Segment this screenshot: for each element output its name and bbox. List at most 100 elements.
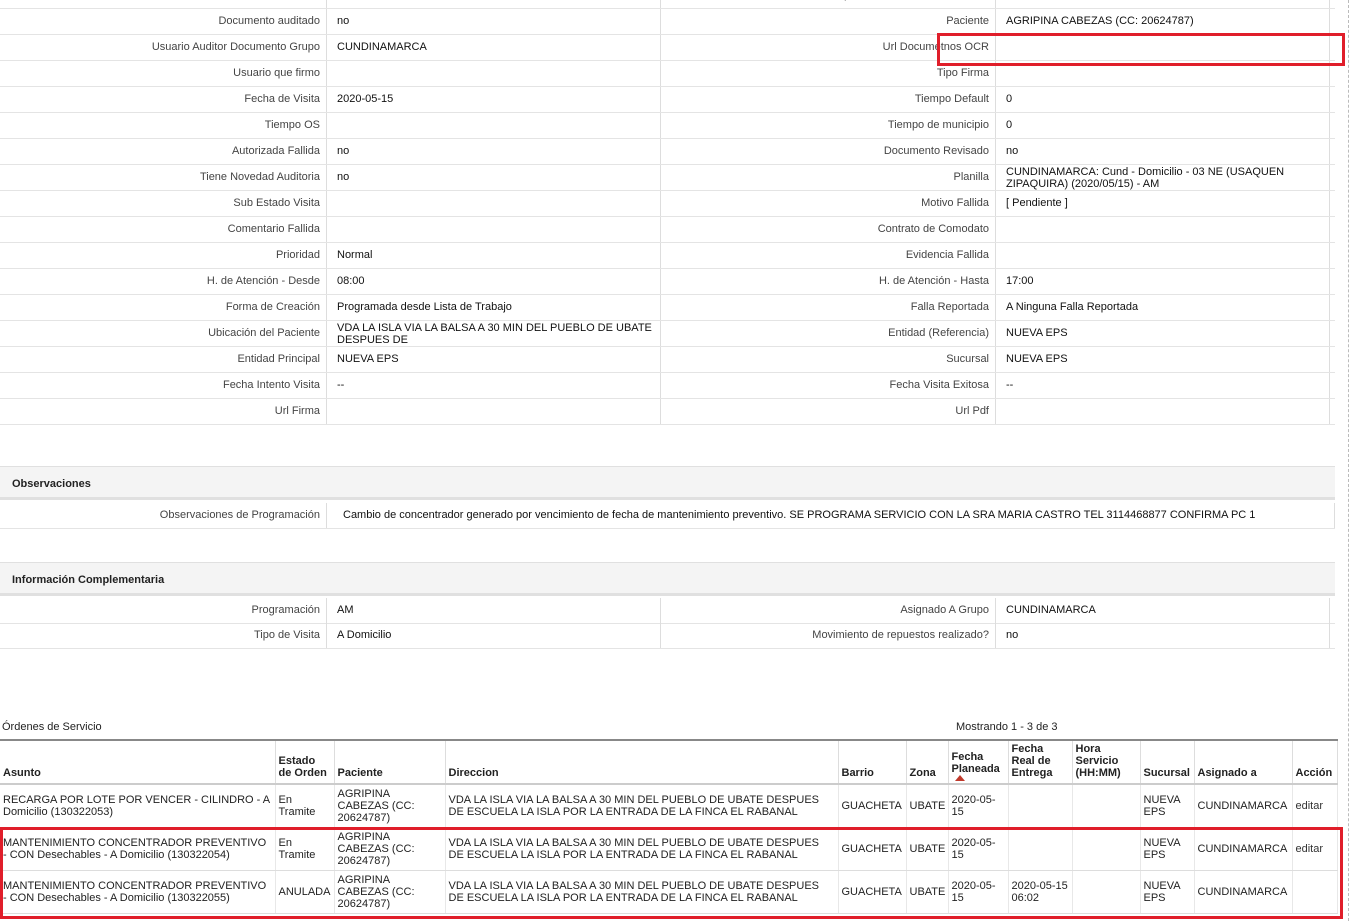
field-value: no	[327, 165, 661, 190]
edit-link[interactable]: editar	[1296, 800, 1324, 812]
cell-zona: UBATE	[906, 784, 949, 828]
field-value: Normal	[327, 243, 661, 268]
field-label: Tiene Novedad Auditoria	[0, 165, 327, 190]
cell-sucursal: NUEVA EPS	[1140, 784, 1195, 828]
field-value: 17:00	[996, 269, 1330, 294]
field-value: no	[327, 139, 661, 164]
col-header-fecha-planeada-label: Fecha Planeada	[951, 751, 1000, 775]
col-header-asignado[interactable]: Asignado a	[1194, 739, 1293, 785]
observaciones-label: Observaciones de Programación	[0, 503, 327, 528]
field-label: Entidad (Referencia)	[661, 321, 996, 346]
field-value	[327, 399, 661, 424]
field-label: Entidad Principal	[0, 347, 327, 372]
detail-row: Documento físico Requiere Auditoriar Docu…	[0, 0, 1335, 9]
field-label: Tipo de Visita	[0, 623, 327, 648]
field-value: VDA LA ISLA VIA LA BALSA A 30 MIN DEL PU…	[327, 321, 661, 346]
field-value	[996, 399, 1330, 424]
field-label: Autorizada Fallida	[0, 139, 327, 164]
field-label: Fecha de Visita	[0, 87, 327, 112]
col-header-fecha-planeada[interactable]: Fecha Planeada	[948, 739, 1009, 785]
detail-row: Fecha de Visita 2020-05-15 Tiempo Default 0	[0, 87, 1335, 113]
cell-hora-servicio	[1072, 784, 1141, 828]
col-header-direccion[interactable]: Direccion	[445, 739, 839, 785]
observaciones-value: Cambio de concentrador generado por venc…	[327, 503, 1335, 528]
col-header-paciente[interactable]: Paciente	[334, 739, 446, 785]
field-label: Usuario Auditor Documento Grupo	[0, 35, 327, 60]
field-label: Forma de Creación	[0, 295, 327, 320]
field-value: no	[996, 139, 1330, 164]
col-header-zona[interactable]: Zona	[906, 739, 949, 785]
detail-row: Entidad Principal NUEVA EPS Sucursal NUEVA …	[0, 347, 1335, 373]
cell-asunto: RECARGA POR LOTE POR VENCER - CILINDRO -…	[0, 784, 276, 828]
field-label: Falla Reportada	[661, 295, 996, 320]
field-value: A Domicilio	[327, 623, 661, 648]
page-edge-guide	[1348, 0, 1349, 921]
field-label: H. de Atención - Desde	[0, 269, 327, 294]
col-header-fecha-real[interactable]: Fecha Real de Entrega	[1008, 739, 1073, 785]
detail-row: Tiene Novedad Auditoria no Planilla CUNDINA…	[0, 165, 1335, 191]
detail-row: Ubicación del Paciente VDA LA ISLA VIA LA…	[0, 321, 1335, 347]
field-value: 0	[996, 113, 1330, 138]
detail-row: Tiempo OS Tiempo de municipio 0	[0, 113, 1335, 139]
field-label: Movimiento de repuestos realizado?	[661, 623, 996, 648]
field-value: CUNDINAMARCA	[996, 598, 1330, 623]
cell-asignado: CUNDINAMARCA	[1194, 784, 1293, 828]
cell-fecha-real	[1008, 784, 1073, 828]
field-label: Tiempo de municipio	[661, 113, 996, 138]
field-value: no	[996, 623, 1330, 648]
field-label: Comentario Fallida	[0, 217, 327, 242]
field-label: Fecha Visita Exitosa	[661, 373, 996, 398]
field-label: Tiempo Default	[661, 87, 996, 112]
col-header-accion: Acción	[1292, 739, 1338, 785]
field-value: CUNDINAMARCA: Cund - Domicilio - 03 NE (…	[996, 165, 1330, 190]
observaciones-header: Observaciones	[0, 466, 1335, 500]
field-label: Documento Revisado	[661, 139, 996, 164]
detail-row: Fecha Intento Visita -- Fecha Visita Exito…	[0, 373, 1335, 399]
cell-paciente: AGRIPINA CABEZAS (CC: 20624787)	[334, 784, 446, 828]
cell-direccion: VDA LA ISLA VIA LA BALSA A 30 MIN DEL PU…	[445, 784, 839, 828]
field-value: --	[996, 373, 1330, 398]
field-label: Asignado A Grupo	[661, 598, 996, 623]
field-value: NUEVA EPS	[996, 347, 1330, 372]
detail-row: Url Firma Url Pdf	[0, 399, 1335, 425]
field-label: Sub Estado Visita	[0, 191, 327, 216]
detail-row: Forma de Creación Programada desde Lista …	[0, 295, 1335, 321]
cell-accion: editar	[1292, 784, 1338, 828]
field-value: AM	[327, 598, 661, 623]
field-value: Programada desde Lista de Trabajo	[327, 295, 661, 320]
field-value: AGRIPINA CABEZAS (CC: 20624787)	[996, 9, 1330, 34]
field-value	[327, 191, 661, 216]
field-label: Url Firma	[0, 399, 327, 424]
detail-row: Sub Estado Visita Motivo Fallida[ Pendien…	[0, 191, 1335, 217]
col-header-barrio[interactable]: Barrio	[838, 739, 907, 785]
field-value: CUNDINAMARCA	[327, 35, 661, 60]
field-label: Tiempo OS	[0, 113, 327, 138]
field-label: Evidencia Fallida	[661, 243, 996, 268]
field-value	[996, 217, 1330, 242]
detail-row: Autorizada Fallida no Documento Revisado no	[0, 139, 1335, 165]
field-label: Documento auditado	[0, 9, 327, 34]
detail-row: Comentario Fallida Contrato de Comodato	[0, 217, 1335, 243]
field-label: Prioridad	[0, 243, 327, 268]
field-value: A Ninguna Falla Reportada	[996, 295, 1330, 320]
field-value	[996, 243, 1330, 268]
col-header-hora-servicio[interactable]: Hora Servicio (HH:MM)	[1072, 739, 1141, 785]
field-label: Programación	[0, 598, 327, 623]
field-value: 08:00	[327, 269, 661, 294]
table-header-row: Asunto Estado de Orden Paciente Direccio…	[0, 739, 1338, 785]
field-value: NUEVA EPS	[327, 347, 661, 372]
col-header-asunto[interactable]: Asunto	[0, 739, 276, 785]
detail-row: H. de Atención - Desde 08:00 H. de Atenció…	[0, 269, 1335, 295]
table-row[interactable]: RECARGA POR LOTE POR VENCER - CILINDRO -…	[0, 784, 1338, 828]
col-header-sucursal[interactable]: Sucursal	[1140, 739, 1195, 785]
pagination-info: Mostrando 1 - 3 de 3	[956, 721, 1058, 733]
field-label: Fecha Intento Visita	[0, 373, 327, 398]
field-value: [ Pendiente ]	[996, 191, 1330, 216]
field-label: Url Pdf	[661, 399, 996, 424]
sort-ascending-icon	[954, 775, 965, 781]
col-header-estado[interactable]: Estado de Orden	[275, 739, 335, 785]
ordenes-title: Órdenes de Servicio	[2, 721, 102, 733]
field-value: 2020-05-15	[327, 87, 661, 112]
detail-row: Documento auditado no Paciente AGRIPINA CAB…	[0, 9, 1335, 35]
complementaria-row: Tipo de Visita A Domicilio Movimiento de…	[0, 623, 1335, 649]
